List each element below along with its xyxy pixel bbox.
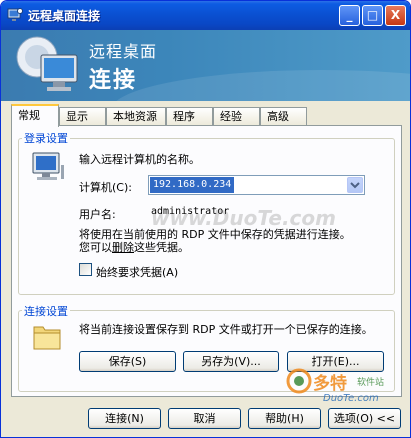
tab-programs[interactable]: 程序 [166, 107, 213, 126]
duote-logo-watermark: 多特 软件站 DuoTe.com [283, 363, 409, 413]
username-label: 用户名: [79, 208, 116, 221]
window-title: 远程桌面连接 [28, 9, 101, 23]
save-button[interactable]: 保存(S) [79, 351, 176, 372]
folder-icon [33, 326, 61, 350]
delete-credentials-link[interactable]: 删除 [112, 241, 134, 254]
saved-credentials-prefix: 您可以 [79, 241, 112, 254]
connection-description: 将当前连接设置保存到 RDP 文件或打开一个已保存的连接。 [79, 323, 373, 336]
logon-settings-label: 登录设置 [22, 130, 70, 146]
banner-subtitle: 远程桌面 [89, 42, 158, 61]
computer-combobox[interactable]: 192.168.0.234 [148, 175, 365, 195]
tab-local-resources[interactable]: 本地资源 [106, 107, 166, 126]
monitor-connection-icon [16, 36, 78, 91]
computer-icon [32, 152, 64, 180]
tab-display[interactable]: 显示 [59, 107, 106, 126]
saved-credentials-suffix: 这些凭据。 [134, 241, 189, 254]
help-button[interactable]: 帮助(H) [248, 408, 321, 429]
minimize-button[interactable]: _ [339, 5, 360, 26]
combobox-dropdown-button[interactable] [347, 177, 363, 193]
close-button[interactable]: X [385, 5, 406, 26]
title-bar[interactable]: 远程桌面连接 _ □ X [1, 1, 410, 30]
options-button[interactable]: 选项(O) << [328, 408, 401, 429]
computer-value[interactable]: 192.168.0.234 [150, 177, 235, 193]
tab-general[interactable]: 常规 [11, 104, 59, 127]
banner-title: 连接 [89, 68, 138, 93]
save-as-button[interactable]: 另存为(V)... [183, 351, 279, 372]
always-ask-checkbox[interactable] [79, 263, 92, 276]
logo-main-text: 多特 [313, 374, 347, 394]
computer-label: 计算机(C): [79, 181, 132, 194]
remote-desktop-window: 远程桌面连接 _ □ X 远程桌面 连接 常规 显示 本地资源 程序 经验 高级… [0, 0, 411, 438]
header-banner: 远程桌面 连接 [1, 30, 410, 101]
chevron-down-icon [350, 182, 360, 189]
logo-url-text: DuoTe.com [323, 393, 379, 404]
computer-instruction: 输入远程计算机的名称。 [79, 153, 200, 166]
maximize-button[interactable]: □ [362, 5, 383, 26]
always-ask-label[interactable]: 始终要求凭据(A) [96, 264, 178, 280]
tab-advanced[interactable]: 高级 [260, 107, 307, 126]
cancel-button[interactable]: 取消 [168, 408, 241, 429]
saved-credentials-line2: 您可以删除这些凭据。 [79, 239, 189, 255]
logo-swirl-icon [286, 368, 312, 394]
logo-sub-text: 软件站 [357, 378, 385, 388]
connect-button[interactable]: 连接(N) [88, 408, 161, 429]
banner-swoosh [111, 70, 410, 101]
connection-settings-label: 连接设置 [22, 303, 70, 319]
remote-desktop-icon [7, 8, 23, 21]
tab-experience[interactable]: 经验 [213, 107, 260, 126]
